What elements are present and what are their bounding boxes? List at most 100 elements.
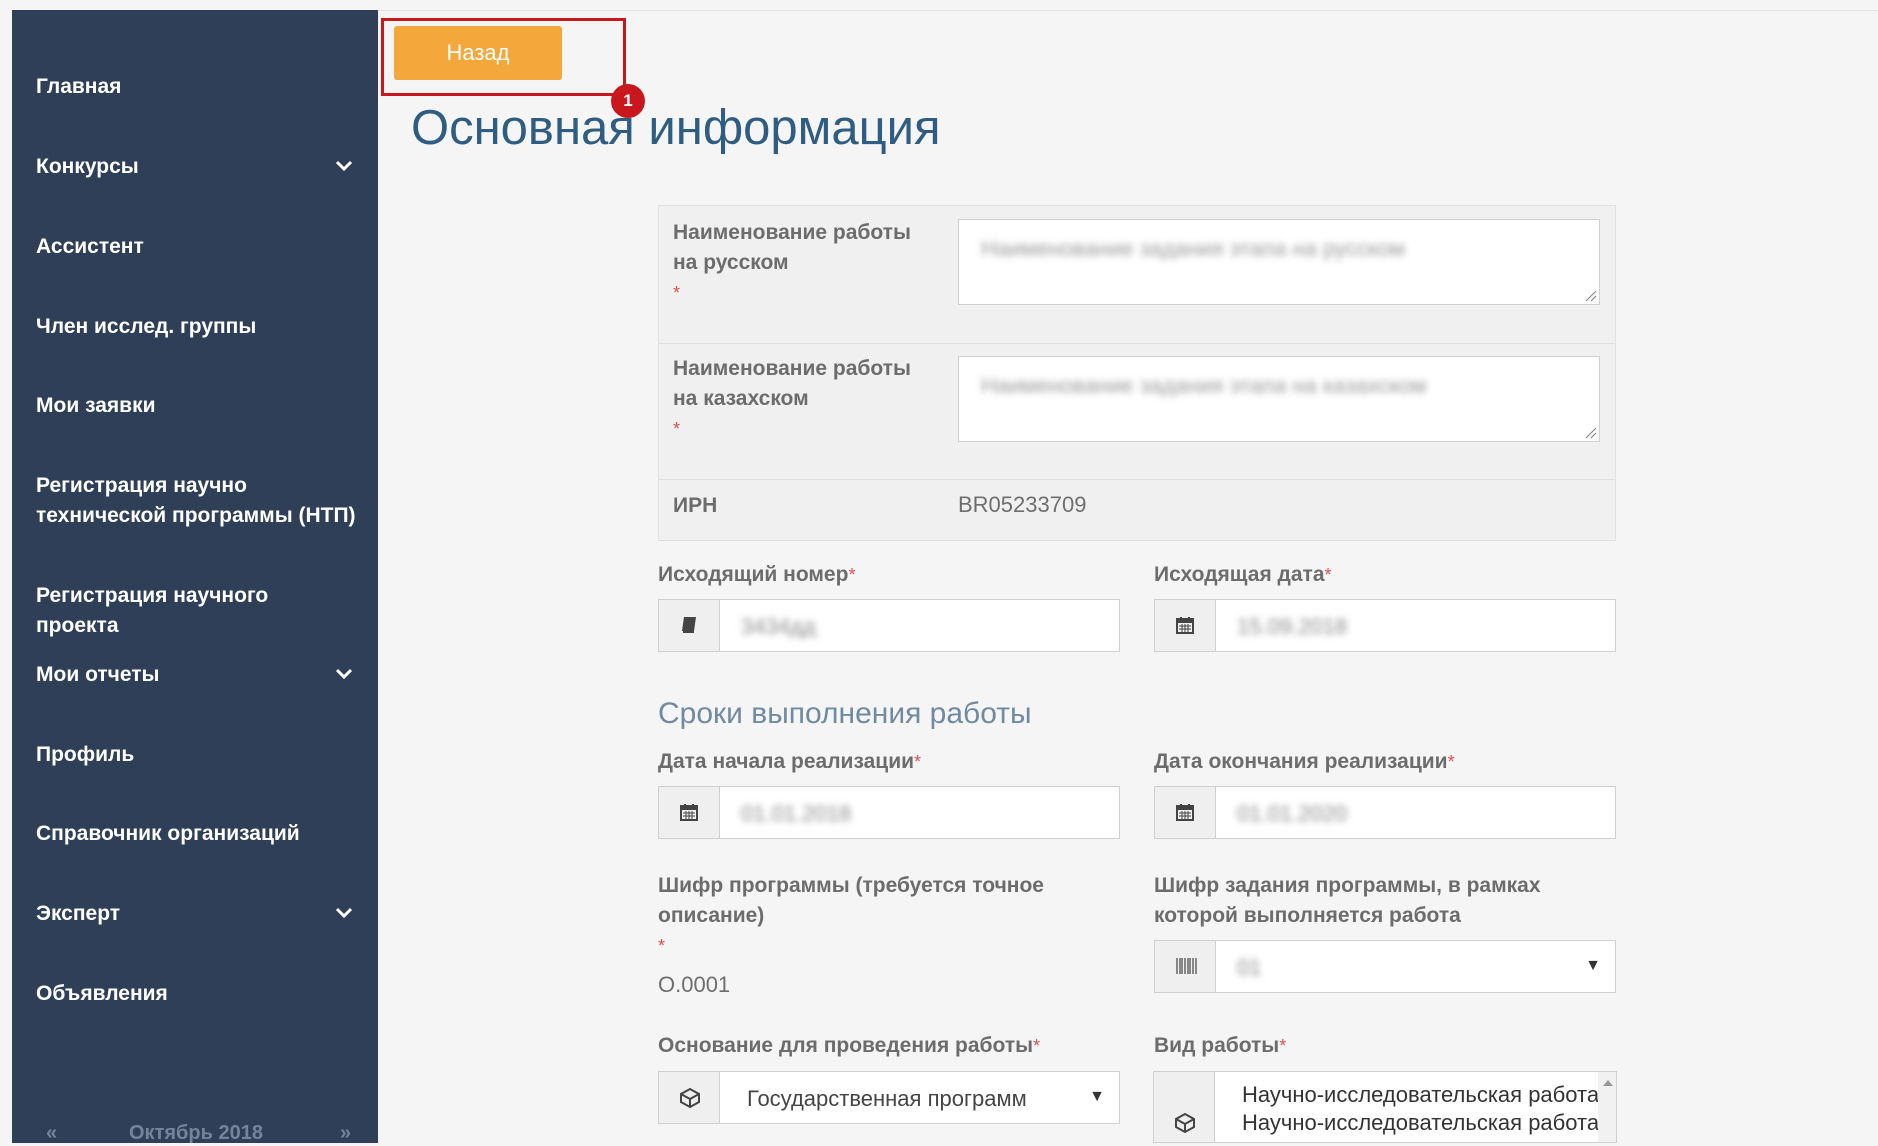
calendar-icon: [1176, 804, 1194, 821]
out-number-value: 3434дд: [741, 614, 816, 639]
input-addon: [659, 1072, 720, 1123]
caret-down-icon: ▼: [1585, 957, 1601, 974]
sidebar-item-register-ntp[interactable]: Регистрация научно технической программы…: [36, 471, 356, 531]
sidebar-item-research-group-member[interactable]: Член исслед. группы: [36, 312, 356, 342]
start-date-label: Дата начала реализации*: [658, 750, 922, 773]
sidebar-item-label: Профиль: [36, 743, 135, 766]
basis-value: Государственная программа: [747, 1086, 1027, 1111]
irn-value: BR05233709: [958, 492, 1087, 517]
sidebar-item-contests[interactable]: Конкурсы: [36, 152, 356, 182]
required-mark: *: [673, 419, 681, 439]
calendar-icon: [680, 804, 698, 821]
program-code-label: Шифр программы (требуется точное описани…: [658, 874, 1044, 956]
name-kz-value: Наименование задания этапа на казахском: [981, 373, 1427, 398]
section-title: Сроки выполнения работы: [658, 697, 1032, 730]
input-addon: [659, 600, 720, 651]
calendar-month-label: Октябрь 2018: [129, 1122, 263, 1144]
scroll-up-arrow-icon: [1603, 1080, 1613, 1086]
sidebar-item-label: Регистрация научного проекта: [36, 584, 269, 637]
task-code-value: 01: [1237, 955, 1262, 980]
sidebar-item-my-applications[interactable]: Мои заявки: [36, 391, 356, 421]
end-date-value: 01.01.2020: [1237, 801, 1348, 826]
end-date-label: Дата окончания реализации*: [1154, 750, 1455, 773]
chevron-down-icon: [335, 160, 353, 172]
task-code-label: Шифр задания программы, в рамках которой…: [1154, 874, 1541, 927]
sidebar-item-register-project[interactable]: Регистрация научного проекта: [36, 581, 356, 641]
calendar-next-button[interactable]: »: [340, 1122, 351, 1145]
required-mark: *: [1033, 1036, 1041, 1056]
input-addon: [659, 787, 720, 838]
chevron-down-icon: [335, 907, 353, 919]
basic-info-table: Наименование работы на русском * Наимено…: [658, 205, 1616, 541]
out-number-input[interactable]: 3434дд: [658, 599, 1120, 652]
name-ru-value: Наименование задания этапа на русском: [981, 236, 1406, 261]
cube-icon: [1175, 1112, 1195, 1134]
end-date-input[interactable]: 01.01.2020: [1154, 786, 1616, 839]
caret-down-icon: ▼: [1089, 1088, 1105, 1105]
sidebar-item-profile[interactable]: Профиль: [36, 740, 356, 770]
sidebar-item-my-reports[interactable]: Мои отчеты: [36, 660, 356, 690]
sidebar-item-label: Справочник организаций: [36, 822, 300, 845]
input-addon: [1155, 787, 1216, 838]
input-addon: [1154, 1072, 1215, 1142]
start-date-input[interactable]: 01.01.2018: [658, 786, 1120, 839]
out-number-label: Исходящий номер*: [658, 563, 856, 586]
irn-label: ИРН: [673, 494, 718, 517]
resize-grip-icon[interactable]: [1583, 425, 1597, 439]
sidebar-item-assistant[interactable]: Ассистент: [36, 232, 356, 262]
required-mark: *: [1279, 1036, 1287, 1056]
sidebar-item-organizations[interactable]: Справочник организаций: [36, 819, 356, 849]
sidebar-item-label: Мои отчеты: [36, 663, 160, 686]
out-date-input[interactable]: 15.09.2018: [1154, 599, 1616, 652]
start-date-value: 01.01.2018: [741, 801, 852, 826]
calendar-prev-button[interactable]: «: [46, 1122, 57, 1145]
input-addon: [1155, 600, 1216, 651]
work-type-listbox[interactable]: Научно-исследовательская работа Научно-и…: [1153, 1071, 1617, 1143]
required-mark: *: [848, 565, 856, 585]
out-date-label: Исходящая дата*: [1154, 563, 1332, 586]
work-type-option[interactable]: Научно-исследовательская работа: [1242, 1082, 1599, 1108]
cube-icon: [680, 1087, 700, 1109]
sidebar-item-label: Объявления: [36, 982, 168, 1005]
input-addon: [1155, 941, 1216, 992]
name-ru-label: Наименование работы на русском *: [673, 221, 911, 303]
basis-label: Основание для проведения работы*: [658, 1034, 1041, 1057]
task-code-select[interactable]: 01 ▼: [1154, 940, 1616, 993]
required-mark: *: [1447, 752, 1455, 772]
required-mark: *: [914, 752, 922, 772]
work-type-label: Вид работы*: [1154, 1034, 1287, 1057]
sidebar-item-label: Регистрация научно технической программы…: [36, 474, 356, 527]
chevron-down-icon: [335, 668, 353, 680]
calendar-nav: « Октябрь 2018 »: [12, 1122, 378, 1146]
basis-select[interactable]: Государственная программа ▼: [658, 1071, 1120, 1124]
sidebar-item-label: Главная: [36, 75, 122, 98]
program-code-value: O.0001: [658, 972, 731, 997]
sidebar: Главная Конкурсы Ассистент Член исслед. …: [12, 10, 378, 1146]
name-ru-textarea[interactable]: Наименование задания этапа на русском: [958, 219, 1600, 305]
required-mark: *: [1324, 565, 1332, 585]
row-divider: [659, 479, 1615, 480]
sidebar-item-expert[interactable]: Эксперт: [36, 899, 356, 929]
book-icon: [682, 617, 696, 633]
barcode-icon: [1176, 958, 1197, 974]
calendar-icon: [1176, 617, 1194, 634]
sidebar-item-label: Эксперт: [36, 902, 121, 925]
sidebar-item-label: Член исслед. группы: [36, 315, 257, 338]
sidebar-item-label: Ассистент: [36, 235, 144, 258]
name-kz-label: Наименование работы на казахском *: [673, 357, 911, 439]
sidebar-item-announcements[interactable]: Объявления: [36, 979, 356, 1009]
work-type-option[interactable]: Научно-исследовательская работа: [1242, 1110, 1599, 1136]
required-mark: *: [658, 936, 666, 956]
sidebar-item-home[interactable]: Главная: [36, 72, 356, 102]
sidebar-item-label: Конкурсы: [36, 155, 139, 178]
out-date-value: 15.09.2018: [1237, 614, 1348, 639]
sidebar-item-label: Мои заявки: [36, 394, 156, 417]
page-title: Основная информация: [411, 101, 941, 155]
resize-grip-icon[interactable]: [1583, 288, 1597, 302]
top-divider: [378, 10, 1878, 11]
name-kz-textarea[interactable]: Наименование задания этапа на казахском: [958, 356, 1600, 442]
required-mark: *: [673, 283, 681, 303]
listbox-scrollbar[interactable]: [1598, 1072, 1616, 1142]
row-divider: [659, 343, 1615, 344]
back-button[interactable]: Назад: [394, 26, 562, 80]
